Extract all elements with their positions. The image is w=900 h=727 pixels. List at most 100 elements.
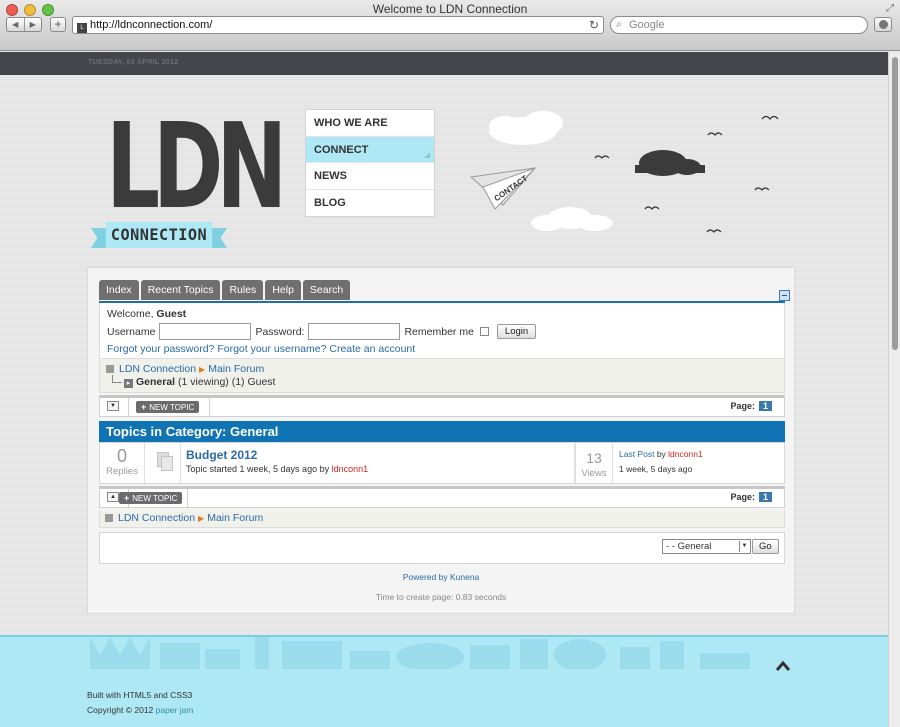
new-topic-label: NEW TOPIC <box>132 494 178 503</box>
powered-by: Powered by Kunena <box>88 572 794 582</box>
current-date: TUESDAY, 03 APRIL 2012 <box>88 59 179 66</box>
address-bar[interactable]: Lhttp://ldnconnection.com/ ↻ <box>72 16 604 34</box>
breadcrumb-root[interactable]: LDN Connection <box>119 363 196 375</box>
forgot-password-link[interactable]: Forgot your password? <box>107 343 214 355</box>
nav-item-news[interactable]: NEWS <box>306 163 434 190</box>
forum-jump: - - General ▼ Go <box>99 532 785 564</box>
forum-home-icon <box>106 365 114 373</box>
breadcrumb: LDN Connection ▶ Main Forum ▸ General (1 vi… <box>99 359 785 393</box>
date-bar: TUESDAY, 03 APRIL 2012 <box>0 52 888 75</box>
add-bookmark-button[interactable]: + <box>50 17 66 32</box>
forum-tabs: Index Recent Topics Rules Help Search <box>99 280 351 300</box>
last-post-time: 1 week, 5 days ago <box>619 464 693 474</box>
login-box: Welcome, Guest Username Password: Rememb… <box>99 303 785 359</box>
tab-rules[interactable]: Rules <box>222 280 264 300</box>
download-icon <box>878 20 888 29</box>
new-topic-button[interactable]: + NEW TOPIC <box>136 401 200 413</box>
tab-index[interactable]: Index <box>99 280 139 300</box>
reload-icon[interactable]: ↻ <box>589 17 599 33</box>
tab-search[interactable]: Search <box>302 280 351 300</box>
paper-jam-link[interactable]: paper jam <box>156 705 194 715</box>
last-post-link[interactable]: Last Post <box>619 449 654 459</box>
last-post-by: by <box>656 449 666 459</box>
ribbon-tail-left <box>91 228 107 248</box>
back-forward-buttons: ◀ ▶ <box>6 17 42 32</box>
site-logo[interactable]: LDN CONNECTION <box>91 107 287 257</box>
browser-search-input[interactable]: ⌕ Google <box>610 16 868 34</box>
divider <box>187 489 188 508</box>
sort-up-icon[interactable]: ▲ <box>107 492 119 502</box>
go-button[interactable]: Go <box>752 539 779 554</box>
sort-down-icon[interactable]: ▼ <box>107 401 119 411</box>
remember-label: Remember me <box>404 325 474 338</box>
viewing-count: (1 viewing) (1) Guest <box>178 376 276 388</box>
breadcrumb-forum[interactable]: Main Forum <box>207 512 263 524</box>
search-icon: ⌕ <box>616 19 622 30</box>
category-title: Topics in Category: General <box>99 421 785 442</box>
forgot-username-link[interactable]: Forgot your username? <box>217 343 326 355</box>
page-1-link[interactable]: 1 <box>758 492 772 502</box>
bottom-action-bar: ▲ + NEW TOPIC Page: 1 <box>99 486 785 508</box>
collapse-icon[interactable] <box>779 290 790 301</box>
breadcrumb-arrow-icon: ▶ <box>198 514 205 523</box>
welcome-text: Welcome, <box>107 308 154 320</box>
pagination-bottom: Page: 1 <box>730 492 772 502</box>
last-author-link[interactable]: ldnconn1 <box>668 449 703 459</box>
topic-icon-cell <box>145 443 181 483</box>
kunena-link[interactable]: Powered by Kunena <box>403 572 480 582</box>
breadcrumb-root[interactable]: LDN Connection <box>118 512 195 524</box>
search-placeholder: Google <box>629 19 665 31</box>
back-button[interactable]: ◀ <box>7 18 25 31</box>
category-name: General <box>136 376 176 388</box>
city-skyline-illustration <box>90 637 750 669</box>
pagination: Page: 1 <box>730 401 772 411</box>
replies-count: 0 <box>116 446 127 466</box>
page-1-link[interactable]: 1 <box>758 401 772 411</box>
logo-letters: LDN <box>106 97 287 235</box>
password-field[interactable] <box>308 323 401 340</box>
login-button[interactable]: Login <box>496 324 537 339</box>
tab-help[interactable]: Help <box>265 280 301 300</box>
create-account-link[interactable]: Create an account <box>329 343 415 355</box>
footer-credits: Built with HTML5 and CSS3 Copyright © 20… <box>87 688 193 718</box>
nav-item-who-we-are[interactable]: WHO WE ARE <box>306 110 434 137</box>
main-nav: WHO WE ARE CONNECT NEWS BLOG <box>305 109 435 217</box>
username-field[interactable] <box>159 323 252 340</box>
site-footer: Built with HTML5 and CSS3 Copyright © 20… <box>0 635 888 727</box>
cloud-bottom-icon <box>531 207 613 231</box>
scrollbar-thumb[interactable] <box>892 57 898 350</box>
forward-button[interactable]: ▶ <box>25 18 42 31</box>
copyright-line: Copyright © 2012 paper jam <box>87 703 193 718</box>
nav-item-blog[interactable]: BLOG <box>306 190 434 217</box>
header-illustration: CONTACT <box>469 111 779 233</box>
views-label: Views <box>581 468 607 479</box>
logo-ribbon: CONNECTION <box>91 220 227 250</box>
divider <box>128 398 129 417</box>
downloads-button[interactable] <box>874 17 892 32</box>
username-label: Username <box>107 325 156 338</box>
breadcrumb-forum[interactable]: Main Forum <box>208 363 264 375</box>
tab-recent-topics[interactable]: Recent Topics <box>140 280 221 300</box>
copyright-text: Copyright © 2012 <box>87 705 154 715</box>
topic-title-link[interactable]: Budget 2012 <box>186 448 569 462</box>
category-select[interactable]: - - General ▼ <box>662 539 751 554</box>
replies-cell: 0 Replies <box>100 443 145 483</box>
top-action-bar: ▼ + NEW TOPIC Page: 1 <box>99 395 785 417</box>
nav-item-connect[interactable]: CONNECT <box>306 136 434 163</box>
breadcrumb-arrow-icon: ▶ <box>199 365 206 374</box>
new-topic-button-bottom[interactable]: + NEW TOPIC <box>119 492 183 504</box>
last-post-cell: Last Post by ldnconn1 1 week, 5 days ago <box>613 443 783 483</box>
page-label: Page: <box>730 492 755 502</box>
fullscreen-icon[interactable]: ⤢ <box>886 3 894 14</box>
topic-document-icon <box>157 452 173 471</box>
dropdown-arrow-icon: ▼ <box>739 541 749 552</box>
topic-author-link[interactable]: ldnconn1 <box>332 464 369 474</box>
forum-panel: Index Recent Topics Rules Help Search We… <box>87 267 795 614</box>
back-to-top-icon[interactable] <box>776 659 790 673</box>
logo-ribbon-text: CONNECTION <box>105 222 213 248</box>
paper-plane-icon[interactable]: CONTACT <box>469 167 537 210</box>
welcome-line: Welcome, Guest <box>107 308 777 322</box>
ribbon-tail-right <box>211 228 227 248</box>
page-scrollbar[interactable] <box>888 52 900 727</box>
remember-checkbox[interactable] <box>479 327 489 336</box>
